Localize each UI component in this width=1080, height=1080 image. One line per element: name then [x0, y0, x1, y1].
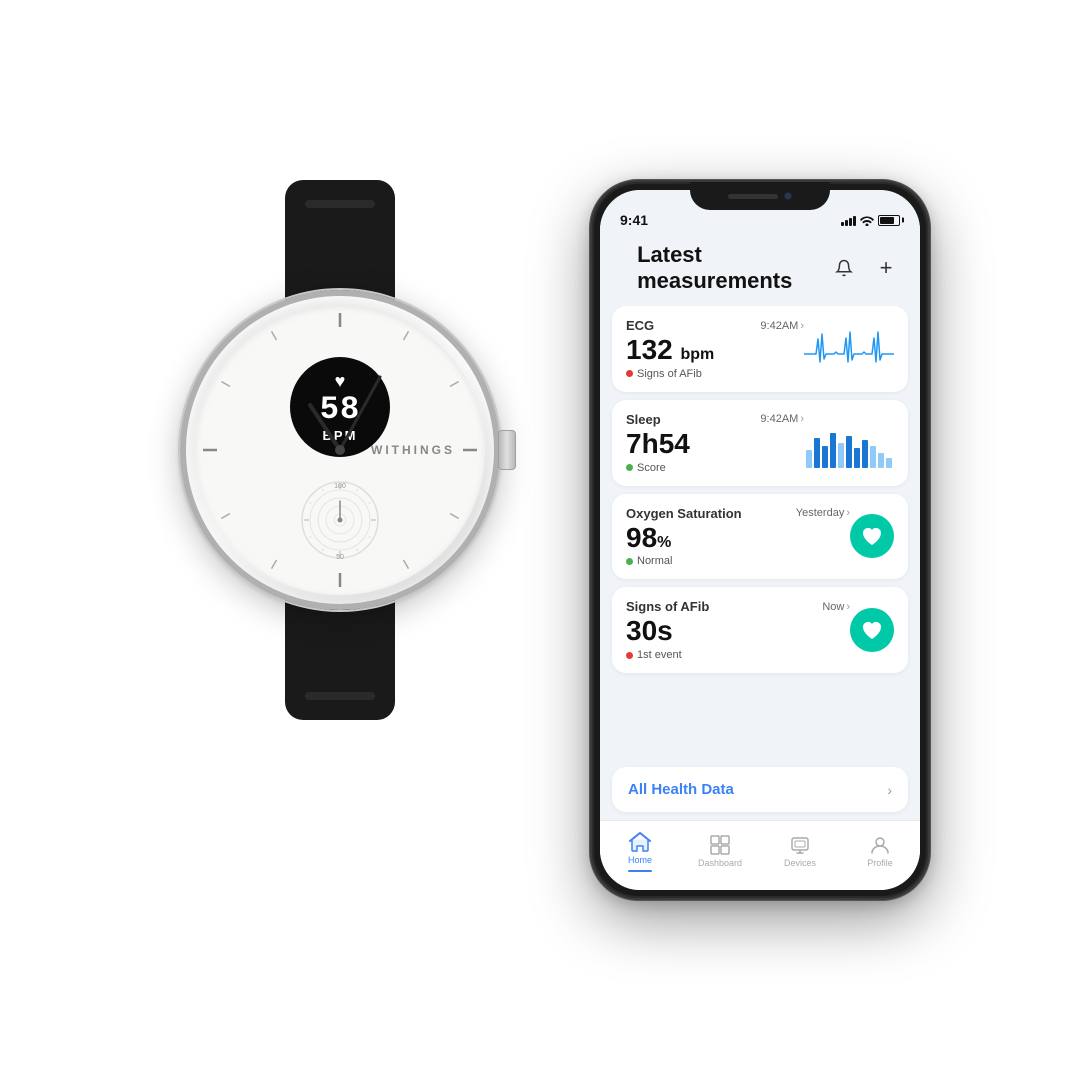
watch: ♥ 58 BPM WITHINGS — [150, 180, 530, 900]
ecg-status-text: Signs of AFib — [637, 368, 702, 380]
nav-devices-label: Devices — [784, 858, 816, 868]
nav-active-indicator — [628, 870, 652, 872]
scene: ♥ 58 BPM WITHINGS — [0, 0, 1080, 1080]
bell-icon — [835, 259, 853, 277]
all-health-row[interactable]: All Health Data › — [612, 767, 908, 812]
battery-icon — [878, 215, 900, 226]
app-header: Latest measurements + — [600, 234, 920, 306]
oxygen-chevron: › — [846, 507, 850, 519]
header-icons: + — [830, 254, 900, 282]
oxygen-card[interactable]: Oxygen Saturation Yesterday › 98% Normal — [612, 494, 908, 580]
afib-icon — [850, 608, 894, 652]
phone: 9:41 — [590, 180, 930, 900]
sleep-value: 7h54 — [626, 429, 804, 460]
watch-band-top — [285, 180, 395, 300]
sleep-label: Sleep — [626, 412, 661, 427]
sleep-chart — [804, 418, 894, 468]
status-icons — [841, 214, 900, 226]
afib-status-dot — [626, 652, 633, 659]
nav-home-label: Home — [628, 855, 652, 865]
oxygen-icon — [850, 514, 894, 558]
signal-icon — [841, 214, 856, 226]
afib-heart-icon — [860, 619, 884, 641]
oxygen-label: Oxygen Saturation — [626, 506, 742, 521]
ecg-label: ECG — [626, 318, 654, 333]
bell-button[interactable] — [830, 254, 858, 282]
phone-screen: 9:41 — [600, 190, 920, 890]
all-health-chevron: › — [887, 782, 892, 798]
svg-text:50: 50 — [336, 554, 344, 561]
afib-chevron: › — [846, 601, 850, 613]
watch-ticks: 100 50 — [195, 305, 485, 595]
nav-home[interactable]: Home — [600, 832, 680, 872]
profile-icon — [870, 835, 890, 855]
oxygen-time: Yesterday › — [796, 507, 850, 519]
status-time: 9:41 — [620, 212, 648, 228]
oxygen-status-dot — [626, 558, 633, 565]
sleep-status-text: Score — [637, 462, 666, 474]
nav-dashboard-label: Dashboard — [698, 858, 742, 868]
svg-text:100: 100 — [334, 483, 346, 490]
sleep-status-dot — [626, 464, 633, 471]
cards-area: ECG 9:42AM › 132 bpm Signs of AFib — [600, 306, 920, 767]
bottom-nav: Home Dashboard — [600, 820, 920, 890]
nav-profile[interactable]: Profile — [840, 835, 920, 868]
afib-label: Signs of AFib — [626, 599, 709, 614]
afib-status-text: 1st event — [637, 649, 682, 661]
oxygen-status-text: Normal — [637, 555, 672, 567]
sleep-card[interactable]: Sleep 9:42AM › 7h54 Score — [612, 400, 908, 486]
add-button[interactable]: + — [872, 254, 900, 282]
dashboard-icon — [710, 835, 730, 855]
wifi-icon — [860, 214, 874, 226]
nav-profile-label: Profile — [867, 858, 893, 868]
sleep-time: 9:42AM › — [760, 413, 804, 425]
home-icon — [629, 832, 651, 852]
afib-value: 30s — [626, 616, 850, 647]
ecg-value: 132 bpm — [626, 335, 804, 366]
ecg-card[interactable]: ECG 9:42AM › 132 bpm Signs of AFib — [612, 306, 908, 392]
speaker — [728, 194, 778, 199]
ecg-time: 9:42AM › — [760, 320, 804, 332]
nav-devices[interactable]: Devices — [760, 835, 840, 868]
nav-dashboard[interactable]: Dashboard — [680, 835, 760, 868]
phone-notch — [690, 182, 830, 210]
app-title: Latest measurements — [637, 242, 830, 294]
devices-icon — [790, 835, 810, 855]
heart-icon — [860, 525, 884, 547]
oxygen-value: 98% — [626, 523, 850, 554]
watch-face: ♥ 58 BPM WITHINGS — [195, 305, 485, 595]
watch-crown — [498, 430, 516, 470]
afib-time: Now › — [822, 601, 850, 613]
camera — [784, 192, 792, 200]
afib-card[interactable]: Signs of AFib Now › 30s 1st event — [612, 587, 908, 673]
watch-case: ♥ 58 BPM WITHINGS — [180, 290, 500, 610]
ecg-status-dot — [626, 370, 633, 377]
all-health-text: All Health Data — [628, 781, 734, 798]
watch-band-bottom — [285, 600, 395, 720]
ecg-chart — [804, 324, 894, 374]
